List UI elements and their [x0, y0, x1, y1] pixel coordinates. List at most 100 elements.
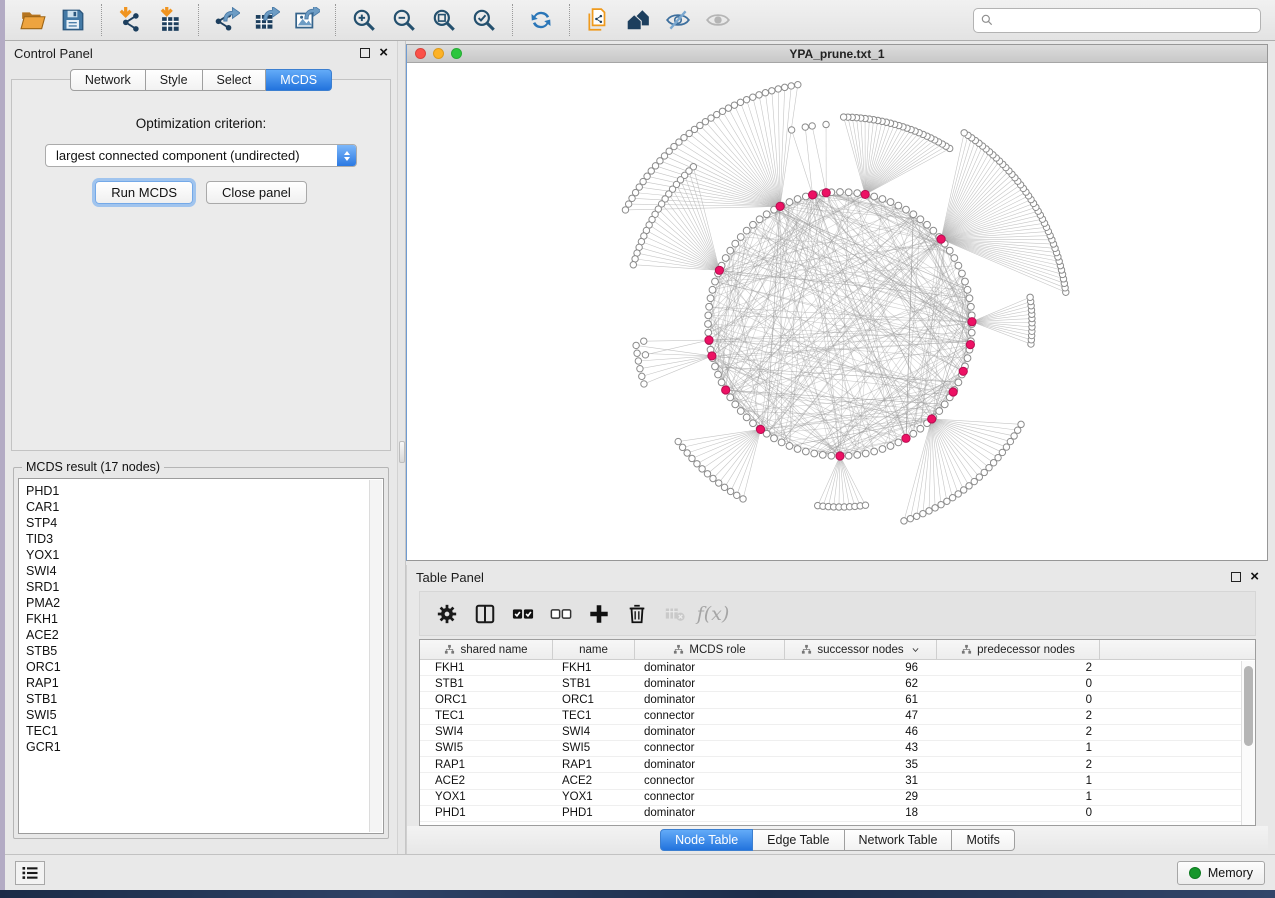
dominator-node[interactable]: [902, 434, 910, 442]
dominator-node[interactable]: [776, 202, 784, 210]
splitter-handle-icon[interactable]: [399, 441, 405, 463]
float-table-panel-icon[interactable]: [1231, 572, 1241, 582]
mcds-result-item[interactable]: PHD1: [26, 483, 383, 499]
mcds-result-item[interactable]: STB1: [26, 691, 383, 707]
table-scrollbar-thumb[interactable]: [1244, 666, 1253, 746]
dominator-node[interactable]: [708, 352, 716, 360]
column-header-MCDS-role[interactable]: MCDS role: [635, 640, 785, 659]
mcds-result-item[interactable]: SWI4: [26, 563, 383, 579]
mcds-result-item[interactable]: RAP1: [26, 675, 383, 691]
dominator-node[interactable]: [822, 189, 830, 197]
dominator-node[interactable]: [928, 415, 936, 423]
dominator-node[interactable]: [836, 452, 844, 460]
table-row[interactable]: TEC1TEC1connector472: [420, 709, 1255, 725]
add-column-button[interactable]: [580, 597, 618, 631]
network-window-titlebar[interactable]: YPA_prune.txt_1: [407, 45, 1267, 63]
search-input[interactable]: [999, 13, 1254, 27]
mcds-result-item[interactable]: SRD1: [26, 579, 383, 595]
network-graph[interactable]: [407, 63, 1267, 560]
network-overview-button[interactable]: [618, 4, 658, 36]
dominator-node[interactable]: [959, 367, 967, 375]
mcds-result-item[interactable]: STB5: [26, 643, 383, 659]
mcds-result-item[interactable]: GCR1: [26, 739, 383, 755]
column-header-successor-nodes[interactable]: successor nodes: [785, 640, 937, 659]
dominator-node[interactable]: [949, 388, 957, 396]
mcds-result-item[interactable]: STP4: [26, 515, 383, 531]
import-network-button[interactable]: [110, 4, 150, 36]
table-row[interactable]: SWI5SWI5connector431: [420, 741, 1255, 757]
tab-network[interactable]: Network: [70, 69, 146, 91]
table-row[interactable]: STB1STB1dominator620: [420, 676, 1255, 692]
mcds-result-item[interactable]: PMA2: [26, 595, 383, 611]
network-canvas[interactable]: [407, 63, 1267, 560]
export-image-button[interactable]: [287, 4, 327, 36]
select-all-checkboxes-button[interactable]: [504, 597, 542, 631]
dominator-node[interactable]: [861, 190, 869, 198]
dominator-node[interactable]: [715, 266, 723, 274]
zoom-selected-button[interactable]: [464, 4, 504, 36]
table-row[interactable]: ACE2ACE2connector311: [420, 773, 1255, 789]
tab-node-table[interactable]: Node Table: [660, 829, 753, 851]
zoom-fit-button[interactable]: [424, 4, 464, 36]
hide-selected-button[interactable]: [658, 4, 698, 36]
dominator-node[interactable]: [966, 341, 974, 349]
close-panel-button[interactable]: Close panel: [206, 181, 307, 204]
close-table-panel-icon[interactable]: ×: [1250, 572, 1259, 582]
mcds-result-item[interactable]: CAR1: [26, 499, 383, 515]
table-row[interactable]: RAP1RAP1dominator352: [420, 757, 1255, 773]
mcds-result-item[interactable]: TEC1: [26, 723, 383, 739]
export-table-button[interactable]: [247, 4, 287, 36]
tab-motifs[interactable]: Motifs: [952, 829, 1014, 851]
table-row[interactable]: PHD1PHD1dominator180: [420, 806, 1255, 822]
panel-splitter[interactable]: [397, 41, 406, 854]
import-table-button[interactable]: [150, 4, 190, 36]
save-session-button[interactable]: [53, 4, 93, 36]
table-row[interactable]: SWI4SWI4dominator462: [420, 725, 1255, 741]
dominator-node[interactable]: [756, 425, 764, 433]
export-network-button[interactable]: [207, 4, 247, 36]
table-scrollbar[interactable]: [1241, 661, 1255, 825]
tab-edge-table[interactable]: Edge Table: [753, 829, 844, 851]
table-row[interactable]: ORC1ORC1dominator610: [420, 692, 1255, 708]
column-header-shared-name[interactable]: shared name: [420, 640, 553, 659]
mcds-result-item[interactable]: YOX1: [26, 547, 383, 563]
cell: FKH1: [420, 660, 553, 675]
clone-network-button[interactable]: [578, 4, 618, 36]
dominator-node[interactable]: [937, 235, 945, 243]
deselect-all-checkboxes-button[interactable]: [542, 597, 580, 631]
dominator-node[interactable]: [705, 336, 713, 344]
show-all-button[interactable]: [698, 4, 738, 36]
float-panel-icon[interactable]: [360, 48, 370, 58]
dominator-node[interactable]: [968, 318, 976, 326]
memory-button[interactable]: Memory: [1177, 861, 1265, 885]
search-box[interactable]: [973, 8, 1261, 33]
open-file-button[interactable]: [13, 4, 53, 36]
tab-network-table[interactable]: Network Table: [845, 829, 953, 851]
zoom-in-button[interactable]: [344, 4, 384, 36]
tab-select[interactable]: Select: [203, 69, 267, 91]
criterion-select[interactable]: largest connected component (undirected): [45, 144, 357, 167]
column-settings-button[interactable]: [428, 597, 466, 631]
mcds-result-item[interactable]: ORC1: [26, 659, 383, 675]
mcds-result-item[interactable]: FKH1: [26, 611, 383, 627]
split-panel-button[interactable]: [466, 597, 504, 631]
delete-column-button[interactable]: [618, 597, 656, 631]
tab-style[interactable]: Style: [146, 69, 203, 91]
run-mcds-button[interactable]: Run MCDS: [95, 181, 193, 204]
mcds-result-item[interactable]: ACE2: [26, 627, 383, 643]
dominator-node[interactable]: [808, 191, 816, 199]
zoom-out-button[interactable]: [384, 4, 424, 36]
tab-mcds[interactable]: MCDS: [266, 69, 332, 91]
mcds-result-item[interactable]: TID3: [26, 531, 383, 547]
mcds-result-item[interactable]: SWI5: [26, 707, 383, 723]
task-history-button[interactable]: [15, 861, 45, 885]
mcds-list-scrollbar[interactable]: [369, 480, 382, 832]
dominator-node[interactable]: [722, 386, 730, 394]
column-header-name[interactable]: name: [553, 640, 635, 659]
table-row[interactable]: YOX1YOX1connector291: [420, 790, 1255, 806]
close-panel-icon[interactable]: ×: [379, 48, 388, 58]
column-header-predecessor-nodes[interactable]: predecessor nodes: [937, 640, 1100, 659]
mcds-result-list[interactable]: PHD1CAR1STP4TID3YOX1SWI4SRD1PMA2FKH1ACE2…: [18, 478, 384, 834]
refresh-layout-button[interactable]: [521, 4, 561, 36]
table-row[interactable]: FKH1FKH1dominator962: [420, 660, 1255, 676]
